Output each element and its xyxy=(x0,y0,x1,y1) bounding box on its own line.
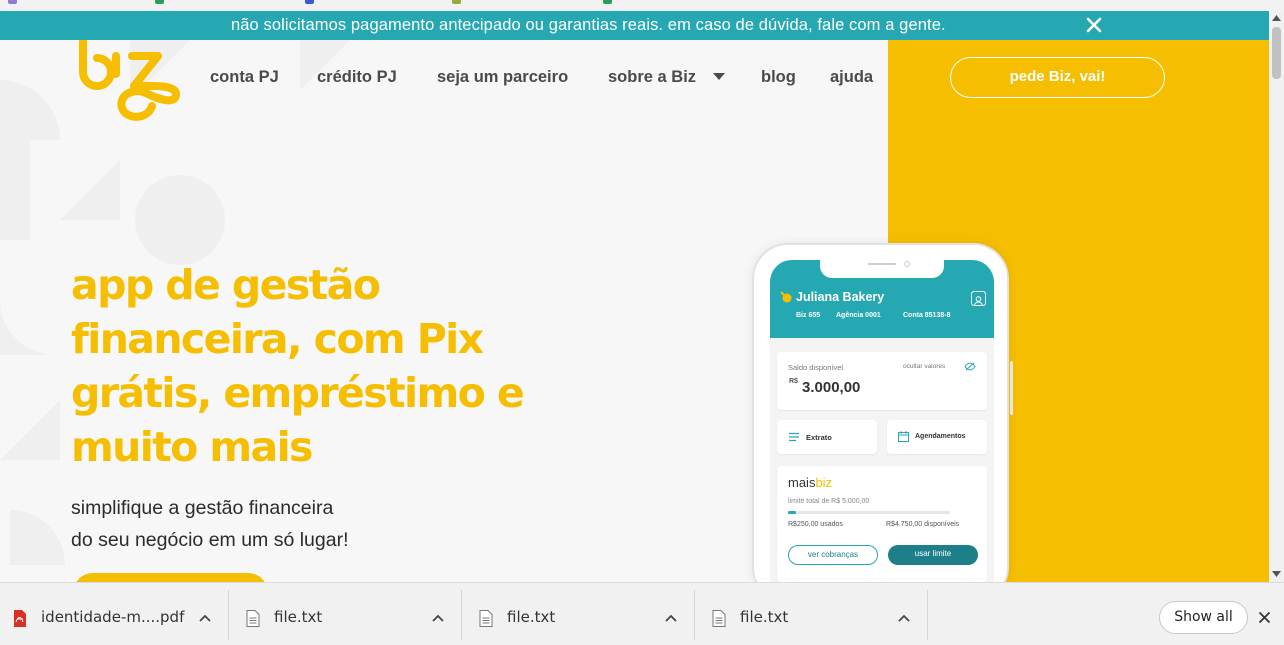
used-amount: R$250,00 usados xyxy=(788,521,843,528)
close-icon[interactable] xyxy=(1084,15,1104,35)
maisbiz-suffix: biz xyxy=(815,475,833,490)
download-filename: file.txt xyxy=(507,608,556,626)
maisbiz-card: maisbiz limite total de R$ 5.000,00 R$25… xyxy=(777,466,987,582)
hero-subtitle-line: simplifique a gestão financeira xyxy=(71,497,334,519)
notice-banner: não solicitamos pagamento antecipado ou … xyxy=(0,11,1269,40)
phone-screen: Juliana Bakery Biz 655 Agência 0001 Cont… xyxy=(770,260,994,582)
download-item[interactable]: file.txt xyxy=(462,589,694,641)
agency-number: Agência 0001 xyxy=(836,312,881,319)
limit-progress-track xyxy=(788,511,950,514)
eye-off-icon[interactable] xyxy=(964,362,976,371)
download-filename: file.txt xyxy=(274,608,323,626)
hero-button[interactable] xyxy=(73,573,268,582)
cta-button[interactable]: pede Biz, vai! xyxy=(950,57,1165,98)
phone-notch xyxy=(820,260,944,278)
banner-text: não solicitamos pagamento antecipado ou … xyxy=(231,16,946,34)
biz-mark-icon xyxy=(780,291,792,303)
tab-favicon[interactable] xyxy=(452,0,461,4)
usar-limite-button[interactable]: usar limite xyxy=(888,545,978,565)
calendar-icon xyxy=(898,431,909,442)
nav-seja-parceiro[interactable]: seja um parceiro xyxy=(437,68,568,87)
pdf-icon xyxy=(14,610,26,627)
available-amount: R$4.750,00 disponíveis xyxy=(886,521,960,528)
chevron-up-icon[interactable] xyxy=(432,613,444,623)
phone-mockup: Juliana Bakery Biz 655 Agência 0001 Cont… xyxy=(752,243,1013,582)
nav-ajuda[interactable]: ajuda xyxy=(830,68,873,87)
download-item[interactable]: file.txt xyxy=(229,589,461,641)
user-icon[interactable] xyxy=(971,291,986,307)
text-file-icon xyxy=(712,610,726,627)
scrollbar-thumb[interactable] xyxy=(1272,27,1281,79)
tab-favicon[interactable] xyxy=(155,0,164,4)
hero-title-line: muito mais xyxy=(71,423,313,471)
download-separator xyxy=(927,590,928,640)
balance-label: Saldo disponível xyxy=(788,363,844,372)
chevron-up-icon[interactable] xyxy=(898,613,910,623)
scrollbar[interactable] xyxy=(1269,11,1284,582)
biz-logo[interactable] xyxy=(78,40,182,124)
maisbiz-logo: maisbiz xyxy=(788,475,832,490)
nav-sobre-biz[interactable]: sobre a Biz xyxy=(608,68,696,87)
hero-title: app de gestão financeira, com Pix grátis… xyxy=(71,258,611,474)
hero-title-line: grátis, empréstimo e xyxy=(71,369,525,417)
hero-title-line: app de gestão xyxy=(71,261,381,309)
tab-favicon[interactable] xyxy=(603,0,612,4)
limit-total: limite total de R$ 5.000,00 xyxy=(788,498,870,505)
download-filename: file.txt xyxy=(740,608,789,626)
scroll-down-arrow-icon[interactable] xyxy=(1272,570,1281,578)
hero-subtitle-line: do seu negócio em um só lugar! xyxy=(71,529,349,551)
tab-favicon[interactable] xyxy=(305,0,314,4)
hide-values-link[interactable]: ocultar valores xyxy=(903,363,945,370)
browser-tab-strip xyxy=(0,0,1284,11)
account-number: Conta 85138-8 xyxy=(903,312,951,319)
phone-side-button xyxy=(1010,361,1013,415)
text-file-icon xyxy=(479,610,493,627)
chevron-down-icon[interactable] xyxy=(713,73,725,81)
scroll-up-arrow-icon[interactable] xyxy=(1272,14,1281,22)
downloads-bar: identidade-m....pdf file.txt file.txt fi… xyxy=(0,582,1284,645)
agendamentos-button[interactable]: Agendamentos xyxy=(887,420,987,454)
chevron-up-icon[interactable] xyxy=(665,613,677,623)
tab-favicon[interactable] xyxy=(8,0,17,4)
bank-number: Biz 655 xyxy=(796,312,821,319)
maisbiz-prefix: mais xyxy=(788,475,816,490)
download-item[interactable]: file.txt xyxy=(695,589,927,641)
business-name: Juliana Bakery xyxy=(796,290,885,304)
balance-value: 3.000,00 xyxy=(802,379,861,396)
ver-cobrancas-button[interactable]: ver cobranças xyxy=(788,545,878,565)
download-filename: identidade-m....pdf xyxy=(41,608,185,626)
agendamentos-label: Agendamentos xyxy=(915,433,966,440)
list-icon xyxy=(789,432,799,442)
nav-credito-pj[interactable]: crédito PJ xyxy=(317,68,397,87)
hero-title-line: financeira, com Pix xyxy=(71,315,484,363)
extrato-button[interactable]: Extrato xyxy=(777,420,877,454)
download-item[interactable]: identidade-m....pdf xyxy=(0,589,228,641)
text-file-icon xyxy=(246,610,260,627)
hero-subtitle: simplifique a gestão financeira do seu n… xyxy=(71,492,431,556)
show-all-button[interactable]: Show all xyxy=(1159,601,1248,634)
nav-conta-pj[interactable]: conta PJ xyxy=(210,68,279,87)
chevron-up-icon[interactable] xyxy=(199,613,211,623)
landing-page: conta PJ crédito PJ seja um parceiro sob… xyxy=(0,40,1269,582)
nav-blog[interactable]: blog xyxy=(761,68,796,87)
limit-progress-fill xyxy=(788,511,797,514)
balance-card: Saldo disponível ocultar valores R$ 3.00… xyxy=(777,352,987,410)
close-icon[interactable] xyxy=(1258,611,1271,624)
extrato-label: Extrato xyxy=(806,433,832,442)
currency-symbol: R$ xyxy=(789,378,798,385)
